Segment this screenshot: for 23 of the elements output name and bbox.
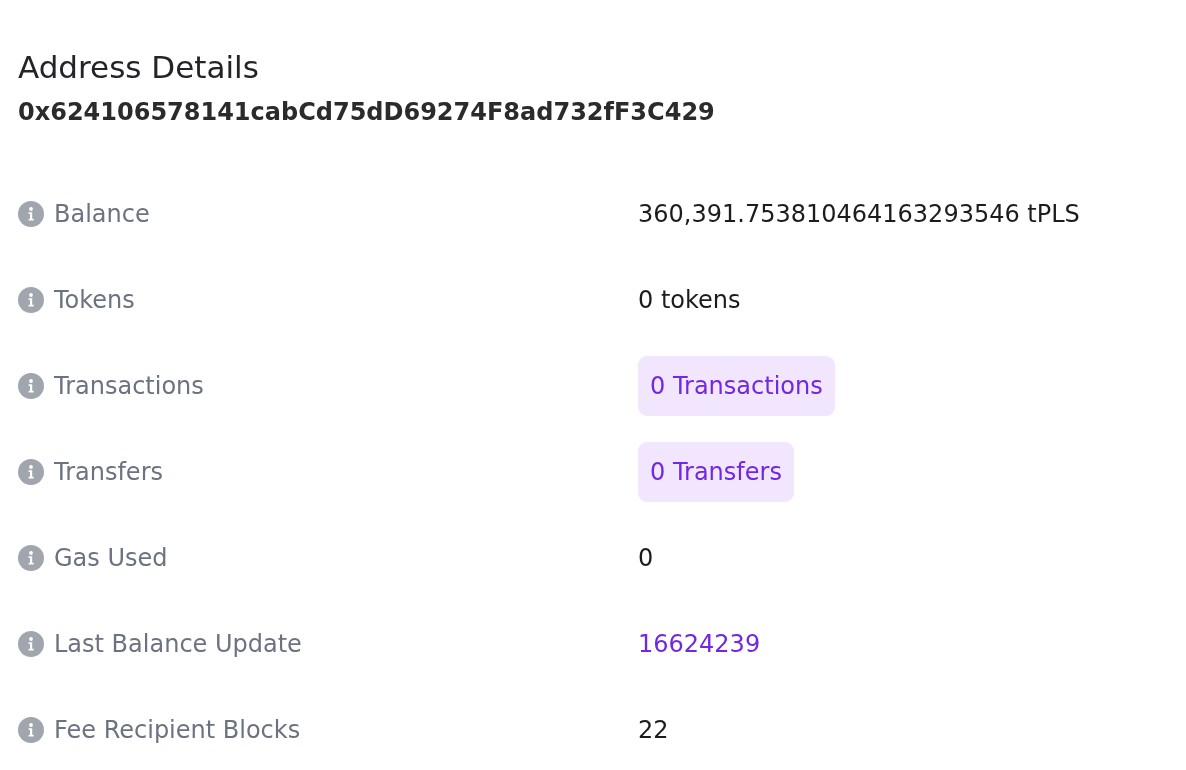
info-icon	[18, 201, 44, 227]
info-icon	[18, 631, 44, 657]
address-hash: 0x624106578141cabCd75dD69274F8ad732fF3C429	[18, 97, 716, 128]
count-link[interactable]: 0 Transactions	[638, 356, 835, 416]
field-value: 0	[638, 544, 655, 572]
info-icon	[18, 287, 44, 313]
field-label: Transfers	[54, 458, 163, 486]
field-label: Fee Recipient Blocks	[54, 716, 301, 744]
page-title: Address Details	[18, 48, 260, 87]
info-icon	[18, 373, 44, 399]
field-label: Last Balance Update	[54, 630, 302, 658]
info-icon	[18, 545, 44, 571]
count-link[interactable]: 0 Transfers	[638, 442, 794, 502]
field-value: 360,391.753810464163293546 tPLS	[638, 200, 1081, 228]
field-value: 22	[638, 716, 670, 744]
info-icon	[18, 459, 44, 485]
field-label: Transactions	[54, 372, 204, 400]
field-label: Gas Used	[54, 544, 168, 572]
field-label: Tokens	[54, 286, 135, 314]
block-number-link[interactable]: 16624239	[638, 630, 761, 658]
field-value: 0 tokens	[638, 286, 742, 314]
info-icon	[18, 717, 44, 743]
field-label: Balance	[54, 200, 150, 228]
